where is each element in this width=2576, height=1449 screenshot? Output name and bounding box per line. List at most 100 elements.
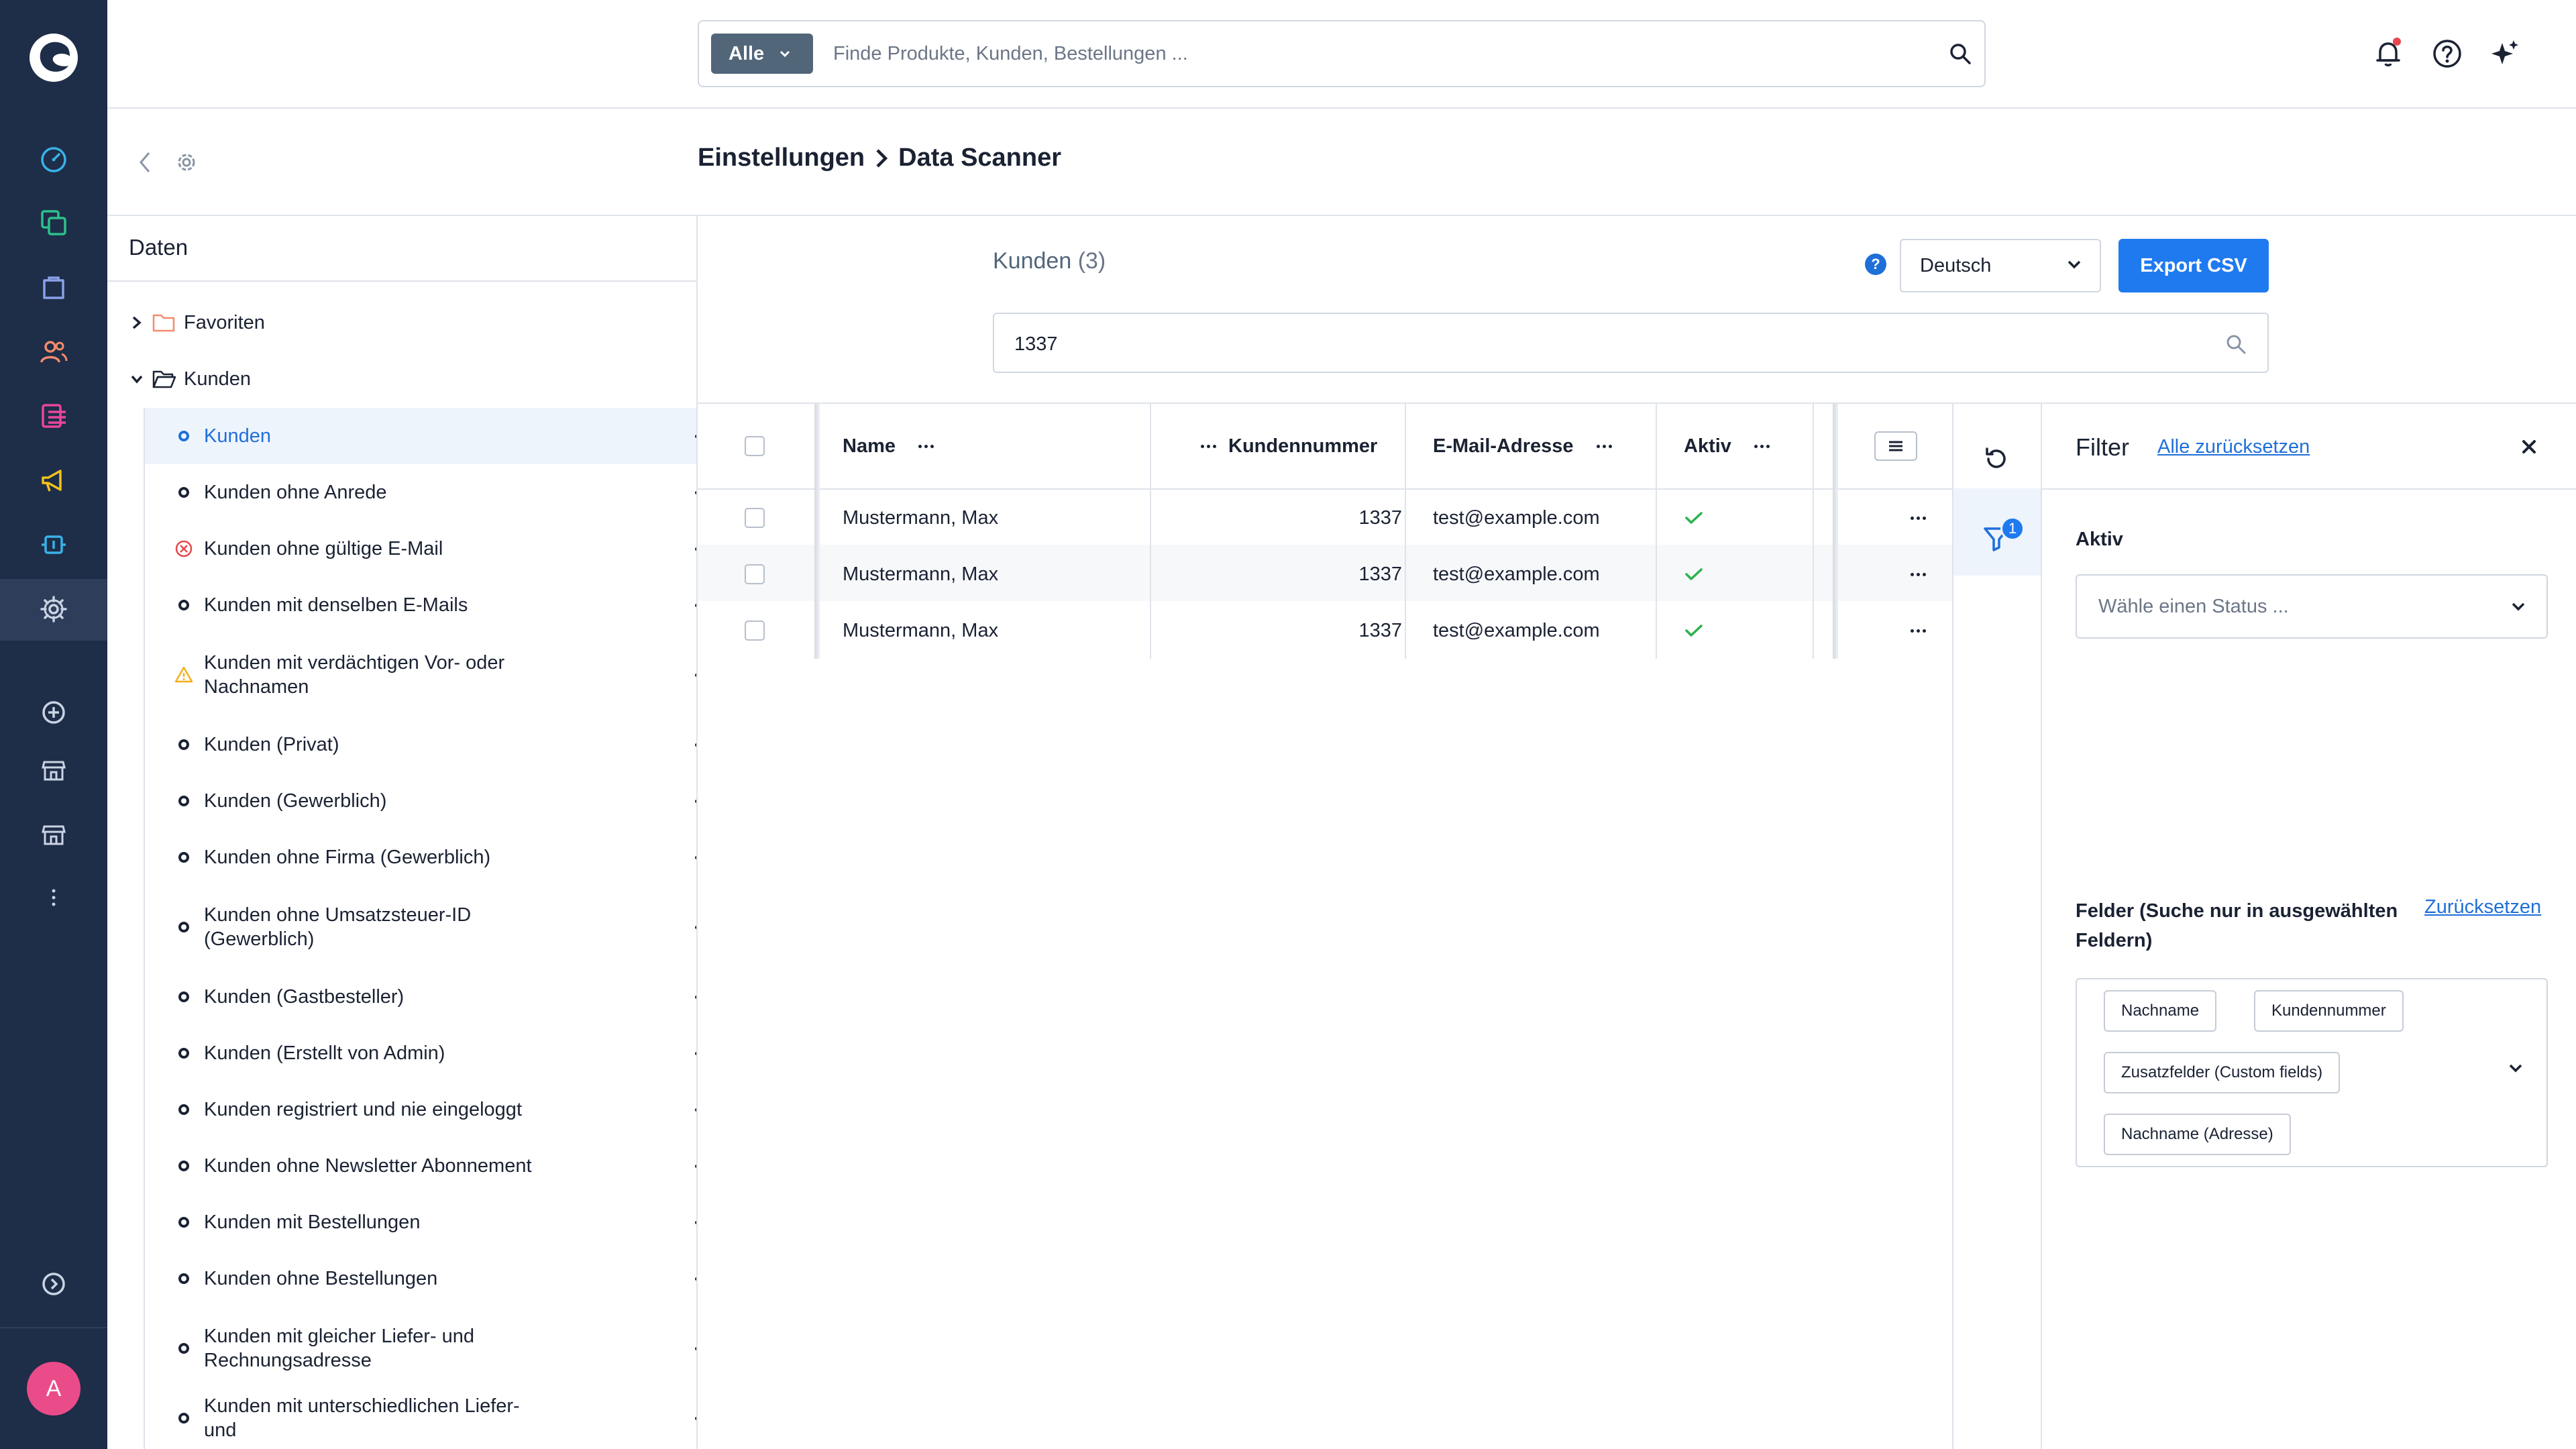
column-header-label: Aktiv: [1684, 435, 1731, 457]
content-icon: [42, 404, 66, 428]
nav-storefront-1[interactable]: [35, 751, 72, 789]
field-tag[interactable]: Zusatzfelder (Custom fields): [2104, 1052, 2341, 1093]
notifications-button[interactable]: [2372, 38, 2404, 70]
shopware-logo[interactable]: [27, 31, 80, 85]
select-all-checkbox[interactable]: [745, 436, 765, 456]
tree-item[interactable]: Kunden mit denselben E-Mails: [145, 577, 696, 633]
filter-title: Filter: [2076, 433, 2129, 461]
reset-all-filters-link[interactable]: Alle zurücksetzen: [2157, 436, 2310, 458]
entity-count: (3): [1077, 248, 1106, 274]
row-checkbox[interactable]: [745, 564, 765, 584]
select-all-checkbox-wrap: [745, 429, 765, 463]
row-actions-button[interactable]: [1911, 490, 1937, 546]
language-select[interactable]: Deutsch: [1900, 239, 2101, 292]
nav-expand[interactable]: [35, 1265, 72, 1303]
tree-item[interactable]: Kunden ohne Bestellungen: [145, 1250, 696, 1307]
tree-item[interactable]: Kunden registriert und nie eingeloggt: [145, 1081, 696, 1138]
tree-item[interactable]: Kunden ohne gültige E-Mail: [145, 521, 696, 577]
row-actions-button[interactable]: [1911, 546, 1937, 602]
tree-item[interactable]: Kunden mit verdächtigen Vor- oder Nachna…: [145, 633, 696, 716]
column-header-label: E-Mail-Adresse: [1433, 435, 1574, 457]
column-menu-icon[interactable]: [1201, 444, 1216, 448]
nav-content[interactable]: [35, 397, 72, 435]
global-search-input[interactable]: [833, 34, 1907, 74]
avatar-letter: A: [46, 1375, 62, 1401]
tree-item-label: Kunden (Erstellt von Admin): [204, 1042, 445, 1064]
tree-item[interactable]: Kunden ohne Anrede: [145, 464, 696, 521]
nav-settings[interactable]: [35, 590, 72, 628]
search-scope-dropdown[interactable]: Alle: [711, 34, 813, 74]
tree-item[interactable]: Kunden ohne Newsletter Abonnement: [145, 1138, 696, 1194]
row-checkbox[interactable]: [745, 621, 765, 641]
nav-more[interactable]: [35, 879, 72, 916]
back-button[interactable]: [134, 149, 156, 176]
export-csv-button[interactable]: Export CSV: [2118, 239, 2269, 292]
tree-item[interactable]: Kunden (Privat): [145, 716, 696, 773]
nav-add[interactable]: [35, 694, 72, 731]
search-icon: [1950, 44, 1971, 64]
tree-item[interactable]: Kunden mit Bestellungen: [145, 1194, 696, 1250]
cell-name: Mustermann, Max: [843, 506, 999, 529]
chevron-left-icon: [140, 152, 150, 172]
column-header-kundennummer[interactable]: Kundennummer: [1201, 404, 2106, 488]
column-menu-icon[interactable]: [1596, 444, 1612, 448]
row-actions-button[interactable]: [1911, 602, 1937, 659]
cell-kundennummer: 1337: [1358, 506, 1402, 529]
grid-search-input[interactable]: [1014, 327, 2155, 361]
field-tag[interactable]: Nachname: [2104, 990, 2217, 1032]
column-header-name[interactable]: Name: [843, 404, 934, 488]
column-separator: [1656, 404, 1657, 659]
help-button[interactable]: [2431, 38, 2463, 70]
nav-customers[interactable]: [35, 333, 72, 370]
row-checkbox[interactable]: [745, 508, 765, 528]
felder-reset-link[interactable]: Zurücksetzen: [2424, 896, 2541, 918]
top-bar: Alle: [107, 0, 2576, 109]
avatar[interactable]: A: [27, 1362, 80, 1415]
data-scanner-main: Kunden (3) ? Deutsch Export CSV Name Kun…: [698, 216, 2576, 1449]
column-header-email[interactable]: E-Mail-Adresse: [1433, 404, 1612, 488]
nav-extensions[interactable]: [35, 526, 72, 564]
search-submit[interactable]: [1948, 42, 1972, 66]
tree-divider: [107, 280, 696, 282]
column-separator-shadow: [814, 404, 820, 659]
tree-folder-favoriten[interactable]: Favoriten: [130, 306, 265, 339]
status-bullet-icon: [178, 487, 189, 498]
column-header-aktiv[interactable]: Aktiv: [1684, 404, 1770, 488]
nav-storefront-2[interactable]: [35, 816, 72, 853]
field-tag[interactable]: Kundennummer: [2254, 990, 2404, 1032]
nav-orders[interactable]: [35, 268, 72, 306]
tree-item[interactable]: Kunden (Gewerblich): [145, 773, 696, 829]
tree-item[interactable]: Kunden: [145, 408, 696, 464]
tree-item[interactable]: Kunden ohne Umsatzsteuer-ID (Gewerblich): [145, 885, 696, 969]
status-bullet-icon: [178, 991, 189, 1002]
status-select[interactable]: Wähle einen Status ...: [2076, 574, 2548, 639]
tree-item[interactable]: Kunden mit unterschiedlichen Liefer- und: [145, 1390, 696, 1446]
column-menu-icon[interactable]: [1754, 444, 1770, 448]
add-circle-icon: [42, 701, 65, 724]
sparkles-icon: [2491, 40, 2518, 64]
column-menu-icon[interactable]: [918, 444, 934, 448]
breadcrumb-parent[interactable]: Einstellungen: [698, 144, 865, 172]
tree-item[interactable]: Kunden (Erstellt von Admin): [145, 1025, 696, 1081]
chevron-down-icon: [780, 50, 790, 58]
field-tag[interactable]: Nachname (Adresse): [2104, 1114, 2291, 1155]
refresh-button[interactable]: [1982, 444, 2011, 474]
tree-item[interactable]: Kunden mit gleicher Liefer- und Rechnung…: [145, 1307, 696, 1390]
fields-multiselect[interactable]: Nachname Kundennummer Zusatzfelder (Cust…: [2076, 978, 2548, 1167]
nav-marketing[interactable]: [35, 462, 72, 499]
column-settings-button[interactable]: [1874, 404, 1917, 488]
aktiv-filter-label: Aktiv: [2076, 529, 2123, 550]
close-filter-button[interactable]: [2520, 437, 2538, 456]
tree-item[interactable]: Kunden ohne Firma (Gewerblich): [145, 829, 696, 885]
ai-assistant-button[interactable]: [2489, 38, 2521, 70]
main-navigation: A: [0, 0, 107, 1449]
nav-catalog[interactable]: [35, 204, 72, 241]
nav-dashboard[interactable]: [35, 141, 72, 178]
tree-folder-kunden[interactable]: Kunden: [130, 362, 251, 396]
extensions-icon: [42, 535, 66, 554]
tree-item-label: Kunden: [204, 425, 271, 447]
help-tooltip-icon[interactable]: ?: [1865, 254, 1886, 275]
tree-item[interactable]: Kunden (Gastbesteller): [145, 969, 696, 1025]
filter-tab-button[interactable]: 1: [1982, 517, 2029, 557]
module-settings-button[interactable]: [173, 149, 200, 176]
